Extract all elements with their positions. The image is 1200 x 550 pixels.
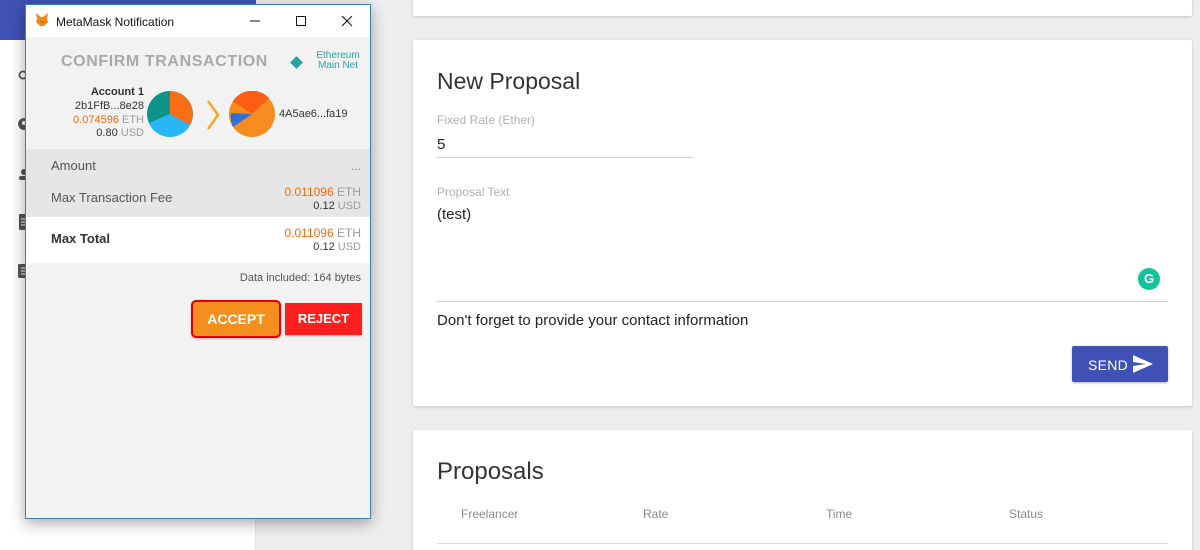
max-fee-usd-unit: USD [337, 200, 361, 212]
from-usd-unit: USD [120, 127, 144, 139]
proposal-text-underline [437, 301, 1168, 302]
maximize-icon [296, 16, 306, 26]
proposal-text-label: Proposal Text [437, 185, 510, 199]
metamask-fox-icon [36, 13, 48, 26]
send-button[interactable]: SEND [1072, 346, 1168, 382]
max-fee-usd-amount: 0.12 [313, 200, 335, 212]
transfer-arrow-icon [206, 100, 220, 130]
minimize-icon [250, 20, 260, 22]
max-fee-eth-unit: ETH [337, 185, 361, 199]
network-name-line-2: Main Net [317, 60, 358, 71]
max-total-eth-unit: ETH [337, 226, 361, 240]
close-icon [341, 15, 353, 27]
to-account-identicon [229, 91, 275, 137]
column-header-rate[interactable]: Rate [643, 507, 668, 521]
proposals-title: Proposals [437, 458, 544, 485]
from-eth-unit: ETH [122, 114, 144, 126]
max-total-usd: 0.12 USD [313, 241, 361, 253]
from-account-address: 2b1FfB...8e28 [74, 100, 144, 112]
from-account-name: Account 1 [90, 86, 144, 98]
amount-value: ... [350, 159, 361, 173]
proposal-text-input[interactable]: (test) [437, 206, 471, 223]
max-total-label: Max Total [51, 231, 110, 246]
from-usd-amount: 0.80 [96, 127, 118, 139]
max-total-section: Max Total 0.011096 ETH 0.12 USD [26, 217, 370, 263]
from-account-usd-balance: 0.80 USD [96, 127, 144, 139]
new-proposal-title: New Proposal [437, 68, 581, 94]
fixed-rate-underline [437, 157, 693, 158]
max-fee-eth: 0.011096 ETH [284, 185, 361, 199]
window-title: MetaMask Notification [56, 15, 175, 29]
amount-label: Amount [51, 158, 96, 173]
accept-button[interactable]: ACCEPT [191, 300, 281, 338]
max-total-eth: 0.011096 ETH [284, 226, 361, 240]
column-header-freelancer[interactable]: Freelancer [461, 507, 518, 521]
send-icon [1133, 355, 1153, 373]
network-diamond-icon [290, 56, 303, 69]
to-account-address: 4A5ae6...fa19 [279, 108, 348, 120]
max-fee-eth-amount: 0.011096 [284, 185, 334, 199]
network-indicator[interactable]: Ethereum Main Net [308, 51, 368, 71]
close-button[interactable] [324, 5, 370, 37]
transaction-header: CONFIRM TRANSACTION Ethereum Main Net Ac… [26, 37, 370, 149]
window-titlebar[interactable]: MetaMask Notification [26, 5, 370, 37]
proposals-card: Proposals Freelancer Rate Time Status [413, 430, 1192, 550]
reject-button[interactable]: REJECT [285, 303, 362, 335]
max-fee-label: Max Transaction Fee [51, 190, 173, 205]
fixed-rate-label: Fixed Rate (Ether) [437, 113, 536, 127]
column-header-status[interactable]: Status [1009, 507, 1043, 521]
contact-hint: Don't forget to provide your contact inf… [437, 312, 749, 329]
new-proposal-card: New Proposal Fixed Rate (Ether) 5 Propos… [413, 40, 1192, 406]
max-total-usd-amount: 0.12 [313, 241, 335, 253]
from-account-identicon [147, 91, 193, 137]
from-eth-amount: 0.074596 [73, 114, 119, 126]
maximize-button[interactable] [278, 5, 324, 37]
minimize-button[interactable] [232, 5, 278, 37]
from-account-eth-balance: 0.074596 ETH [73, 114, 144, 126]
max-total-eth-amount: 0.011096 [284, 226, 334, 240]
send-label: SEND [1088, 357, 1129, 373]
transaction-details: Amount ... Max Transaction Fee 0.011096 … [26, 149, 370, 263]
metamask-notification-window: MetaMask Notification CONFIRM TRANSACTIO… [25, 4, 371, 519]
max-fee-usd: 0.12 USD [313, 200, 361, 212]
data-included-note: Data included: 164 bytes [239, 272, 361, 284]
confirm-transaction-title: CONFIRM TRANSACTION [61, 53, 268, 70]
top-card [413, 0, 1192, 16]
fixed-rate-input[interactable]: 5 [437, 136, 445, 153]
amount-fee-section: Amount ... Max Transaction Fee 0.011096 … [26, 149, 370, 217]
max-total-usd-unit: USD [337, 241, 361, 253]
column-header-time[interactable]: Time [826, 507, 852, 521]
grammarly-icon[interactable]: G [1138, 268, 1160, 290]
table-header-divider [437, 543, 1168, 544]
